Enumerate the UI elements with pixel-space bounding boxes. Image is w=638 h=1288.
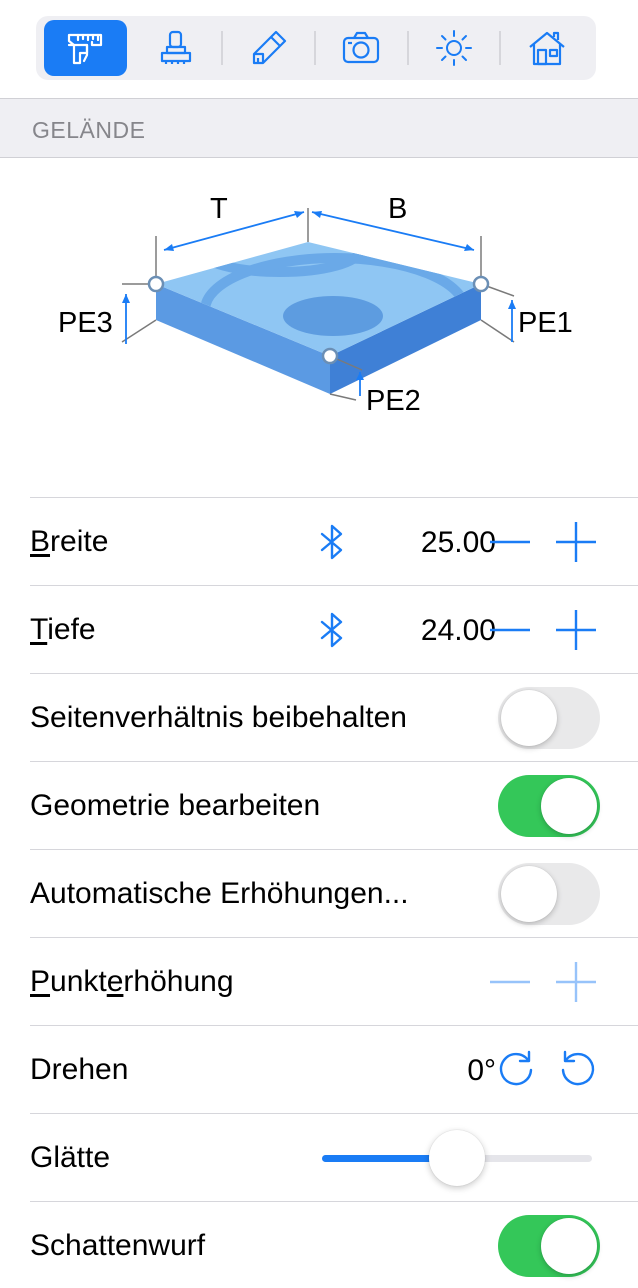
row-aspect-ratio: Seitenverhältnis beibehalten [30,673,638,761]
aspect-ratio-toggle[interactable] [498,687,600,749]
tiefe-label: Tiefe [30,612,96,646]
tool-palette [36,16,596,80]
tool-building[interactable] [505,20,588,76]
tool-edit[interactable] [227,20,310,76]
toggle-knob [541,778,597,834]
toggle-knob [501,690,557,746]
breite-stepper [486,518,600,566]
row-smoothness: Glätte [30,1113,638,1201]
cast-shadow-label: Schattenwurf [30,1228,206,1262]
slider-thumb[interactable] [429,1130,485,1186]
toolbar-divider [499,31,502,65]
plus-icon [556,522,596,562]
terrain-diagram: T B PE3 PE1 PE2 [0,160,638,490]
rotate-value: 0° [467,1054,496,1087]
breite-increment-button[interactable] [552,518,600,566]
minus-icon [490,980,530,984]
edit-geometry-toggle[interactable] [498,775,600,837]
toolbar-divider [406,31,409,65]
rotate-counterclockwise-button[interactable] [556,1048,600,1092]
terrain-illustration: T B PE3 PE1 PE2 [58,193,573,417]
breite-decrement-button[interactable] [486,518,534,566]
toggle-knob [501,866,557,922]
rotate-controls [494,1048,600,1092]
rotate-clockwise-icon [499,1050,533,1086]
label-pe2: PE2 [366,385,421,417]
settings-list: Breite 25.00 Tiefe 24.00 Seitenverhältni… [0,497,638,1288]
caliper-icon [68,33,103,65]
label-t: T [210,193,228,225]
edit-geometry-label: Geometrie bearbeiten [30,788,321,822]
label-b: B [388,193,407,225]
minus-icon [490,540,530,544]
row-edit-geometry: Geometrie bearbeiten [30,761,638,849]
row-cast-shadow: Schattenwurf [30,1201,638,1288]
smoothness-slider[interactable] [322,1128,592,1188]
tool-camera[interactable] [320,20,403,76]
point-elevation-decrement-button[interactable] [486,958,534,1006]
plus-icon [556,610,596,650]
camera-icon [343,31,380,64]
tiefe-decrement-button[interactable] [486,606,534,654]
section-title: GELÄNDE [32,117,146,143]
breite-label: Breite [30,524,109,558]
section-header: GELÄNDE [0,98,638,158]
bluetooth-icon[interactable] [314,610,350,650]
tiefe-value[interactable]: 24.00 [421,614,496,648]
label-pe3: PE3 [58,307,113,339]
house-icon [528,31,565,66]
tiefe-stepper [486,606,600,654]
auto-elevation-toggle[interactable] [498,863,600,925]
aspect-ratio-label: Seitenverhältnis beibehalten [30,700,407,734]
toolbar-divider [314,31,316,65]
label-pe1: PE1 [518,307,573,339]
minus-icon [490,628,530,632]
plus-icon [556,962,596,1002]
tool-light[interactable] [413,20,496,76]
tool-measure[interactable] [44,20,127,76]
row-rotate: Drehen 0° [30,1025,638,1113]
breite-value[interactable]: 25.00 [421,526,496,560]
tiefe-increment-button[interactable] [552,606,600,654]
row-auto-elevation: Automatische Erhöhungen... [30,849,638,937]
sun-icon [436,30,472,66]
point-elevation-increment-button[interactable] [552,958,600,1006]
point-elevation-stepper [486,958,600,1006]
auto-elevation-label: Automatische Erhöhungen... [30,876,409,910]
row-tiefe: Tiefe 24.00 [30,585,638,673]
toggle-knob [541,1218,597,1274]
toolbar-divider [221,31,224,65]
stamp-icon [160,30,192,64]
smoothness-label: Glätte [30,1140,111,1174]
row-breite: Breite 25.00 [30,497,638,585]
pencil-icon [252,30,286,65]
cast-shadow-toggle[interactable] [498,1215,600,1277]
rotate-label: Drehen [30,1052,129,1086]
tool-stamp[interactable] [135,20,218,76]
row-point-elevation: Punkterhöhung [30,937,638,1025]
point-elevation-label: Punkterhöhung [30,964,234,998]
rotate-counterclockwise-icon [561,1050,595,1086]
rotate-clockwise-button[interactable] [494,1048,538,1092]
bluetooth-icon[interactable] [314,522,350,562]
